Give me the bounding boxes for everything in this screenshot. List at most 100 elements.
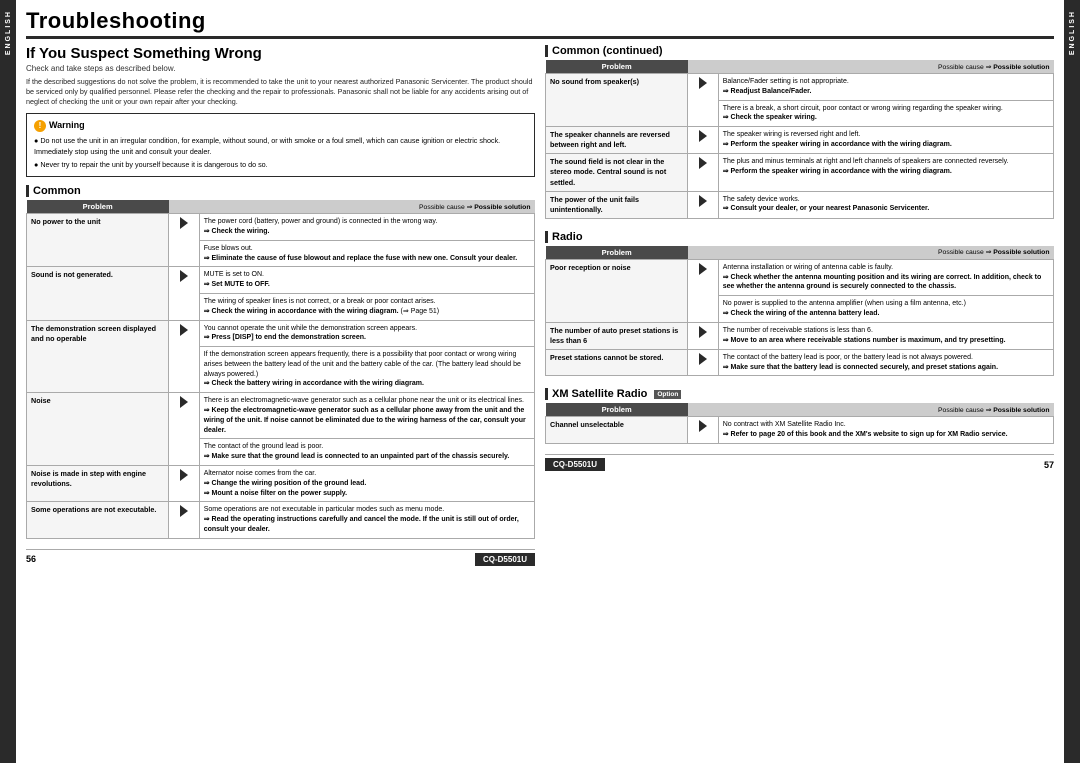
arrow-cell: [169, 320, 199, 393]
table-row: The power of the unit fails unintentiona…: [546, 191, 1054, 218]
arrow-cell: [688, 154, 718, 191]
footer-right: CQ-D5501U 57: [545, 454, 1054, 474]
side-text-right: ENGLISH: [1069, 10, 1076, 55]
problem-cell: The demonstration screen displayed and n…: [27, 320, 169, 393]
solution-cell: The contact of the ground lead is poor.⇒…: [199, 439, 534, 466]
common-continued-table: Problem Possible cause ⇒ Possible soluti…: [545, 60, 1054, 219]
model-badge-left: CQ-D5501U: [475, 553, 535, 566]
solution-cell: There is a break, a short circuit, poor …: [718, 100, 1053, 127]
prob-header-xm: Problem: [546, 403, 688, 417]
footer-left: 56 CQ-D5501U: [26, 549, 535, 569]
arrow-icon: [699, 420, 707, 432]
arrow-cell: [688, 259, 718, 322]
arrow-cell: [688, 191, 718, 218]
right-column: Common (continued) Problem Possible caus…: [545, 45, 1054, 759]
arrow-icon: [180, 469, 188, 481]
page-title: Troubleshooting: [26, 8, 1054, 39]
arrow-icon: [180, 217, 188, 229]
arrow-icon: [180, 396, 188, 408]
if-wrong-title: If You Suspect Something Wrong: [26, 45, 535, 62]
table-row: No sound from speaker(s) Balance/Fader s…: [546, 74, 1054, 101]
arrow-icon: [699, 130, 707, 142]
table-row: The demonstration screen displayed and n…: [27, 320, 535, 347]
table-row: Noise There is an electromagnetic-wave g…: [27, 393, 535, 439]
side-tab-left: ENGLISH: [0, 0, 16, 763]
page-num-left: 56: [26, 554, 36, 564]
xm-table: Problem Possible cause ⇒ Possible soluti…: [545, 403, 1054, 444]
arrow-cell: [688, 322, 718, 349]
arrow-icon: [699, 157, 707, 169]
sol-header-radio: Possible cause ⇒ Possible solution: [688, 246, 1054, 260]
solution-cell: MUTE is set to ON.⇒ Set MUTE to OFF.: [199, 267, 534, 294]
arrow-icon: [699, 263, 707, 275]
arrow-cell: [688, 417, 718, 444]
arrow-icon: [699, 326, 707, 338]
solution-cell: The contact of the battery lead is poor,…: [718, 349, 1053, 376]
warning-box: ! Warning ● Do not use the unit in an ir…: [26, 113, 535, 177]
radio-table: Problem Possible cause ⇒ Possible soluti…: [545, 246, 1054, 377]
solution-cell: Antenna installation or wiring of antenn…: [718, 259, 1053, 295]
left-column: If You Suspect Something Wrong Check and…: [26, 45, 535, 759]
problem-cell: The sound field is not clear in the ster…: [546, 154, 688, 191]
arrow-icon: [699, 195, 707, 207]
common-title: Common: [33, 185, 81, 197]
arrow-icon: [699, 353, 707, 365]
prob-header-radio: Problem: [546, 246, 688, 260]
main-content: Troubleshooting If You Suspect Something…: [16, 0, 1064, 763]
problem-cell: Sound is not generated.: [27, 267, 169, 320]
solution-cell: Balance/Fader setting is not appropriate…: [718, 74, 1053, 101]
solution-cell: No contract with XM Satellite Radio Inc.…: [718, 417, 1053, 444]
common-section-label: Common: [26, 185, 535, 197]
table-row: The speaker channels are reversed betwee…: [546, 127, 1054, 154]
solution-cell: Fuse blows out.⇒ Eliminate the cause of …: [199, 240, 534, 267]
page-wrapper: ENGLISH Troubleshooting If You Suspect S…: [0, 0, 1080, 763]
solution-cell: The safety device works.⇒ Consult your d…: [718, 191, 1053, 218]
problem-cell: The number of auto preset stations is le…: [546, 322, 688, 349]
radio-title: Radio: [552, 231, 583, 243]
solution-cell: The plus and minus terminals at right an…: [718, 154, 1053, 191]
solution-cell: Alternator noise comes from the car.⇒ Ch…: [199, 466, 534, 502]
solution-cell: If the demonstration screen appears freq…: [199, 347, 534, 393]
sol-header-xm: Possible cause ⇒ Possible solution: [688, 403, 1054, 417]
problem-cell: Some operations are not executable.: [27, 502, 169, 538]
problem-cell: No power to the unit: [27, 214, 169, 267]
problem-cell: Noise: [27, 393, 169, 466]
common-table: Problem Possible cause ⇒ Possible soluti…: [26, 200, 535, 539]
solution-cell: The power cord (battery, power and groun…: [199, 214, 534, 241]
warning-item-2: ● Never try to repair the unit by yourse…: [34, 160, 527, 171]
option-badge: Option: [654, 390, 681, 399]
arrow-cell: [688, 349, 718, 376]
common-continued-label: Common (continued): [545, 45, 1054, 57]
page-num-right: 57: [1044, 460, 1054, 470]
problem-cell: The power of the unit fails unintentiona…: [546, 191, 688, 218]
sol-header: Possible cause ⇒ Possible solution: [169, 200, 535, 214]
table-row: The number of auto preset stations is le…: [546, 322, 1054, 349]
problem-cell: No sound from speaker(s): [546, 74, 688, 127]
arrow-cell: [169, 466, 199, 502]
solution-cell: No power is supplied to the antenna ampl…: [718, 296, 1053, 323]
table-row: Noise is made in step with engine revolu…: [27, 466, 535, 502]
table-row: No power to the unit The power cord (bat…: [27, 214, 535, 241]
xm-section-label: XM Satellite Radio Option: [545, 388, 1054, 400]
arrow-icon: [699, 77, 707, 89]
two-columns: If You Suspect Something Wrong Check and…: [26, 45, 1054, 759]
sol-header-r: Possible cause ⇒ Possible solution: [688, 60, 1054, 74]
arrow-cell: [688, 127, 718, 154]
problem-cell: Preset stations cannot be stored.: [546, 349, 688, 376]
problem-cell: Noise is made in step with engine revolu…: [27, 466, 169, 502]
section-bar-3: [545, 231, 548, 243]
problem-cell: The speaker channels are reversed betwee…: [546, 127, 688, 154]
arrow-icon: [180, 270, 188, 282]
section-bar-4: [545, 388, 548, 400]
radio-section-label: Radio: [545, 231, 1054, 243]
check-note: Check and take steps as described below.: [26, 64, 535, 73]
solution-cell: There is an electromagnetic-wave generat…: [199, 393, 534, 439]
arrow-cell: [169, 267, 199, 320]
table-row: Some operations are not executable. Some…: [27, 502, 535, 538]
arrow-icon: [180, 324, 188, 336]
warning-item-1: ● Do not use the unit in an irregular co…: [34, 136, 527, 158]
arrow-cell: [688, 74, 718, 127]
solution-cell: The number of receivable stations is les…: [718, 322, 1053, 349]
prob-header-r: Problem: [546, 60, 688, 74]
side-text-left: ENGLISH: [5, 10, 12, 55]
